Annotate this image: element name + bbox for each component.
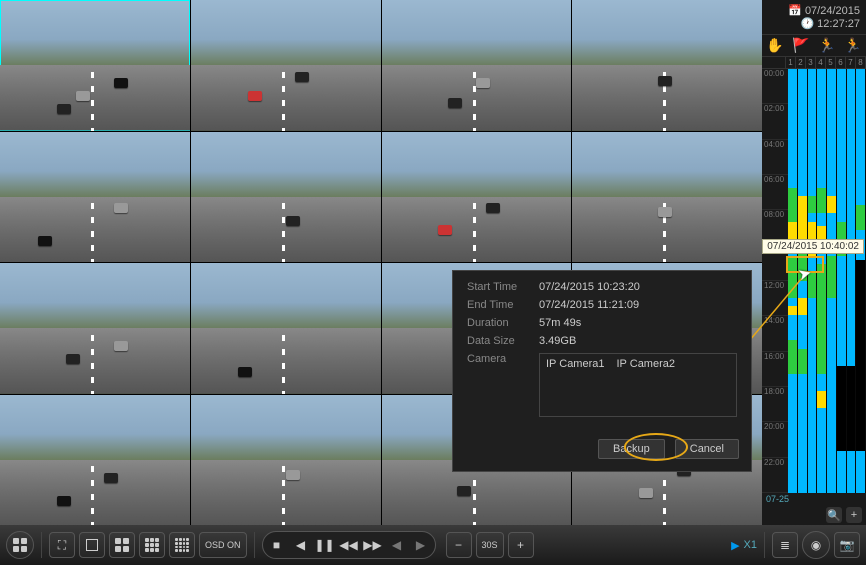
legend-manual-icon: 🏃 (844, 37, 861, 54)
interval-increase-button[interactable]: + (508, 532, 534, 558)
camera-tile-6[interactable] (191, 132, 381, 263)
calendar-icon: 📅 (788, 4, 802, 17)
interval-decrease-button[interactable]: − (446, 532, 472, 558)
camera-item: IP Camera1 (546, 358, 605, 370)
timeline-tooltip: 07/24/2015 10:40:02 (762, 239, 864, 254)
layout-9-button[interactable] (139, 532, 165, 558)
timeline-column-header: 1 2 3 4 5 6 7 8 (762, 57, 866, 69)
list-button[interactable]: ≣ (772, 532, 798, 558)
layout-4-button[interactable] (109, 532, 135, 558)
camera-tile-2[interactable] (191, 0, 381, 131)
data-size-label: Data Size (467, 335, 539, 347)
duration-value: 57m 49s (539, 317, 581, 329)
track-8[interactable] (856, 69, 866, 493)
step-back-button[interactable]: ◀ (385, 532, 409, 558)
stop-button[interactable]: ■ (265, 532, 289, 558)
interval-display: 30S (476, 532, 504, 558)
layout-quad-button[interactable] (6, 531, 34, 559)
legend-alarm-icon: 🚩 (792, 37, 809, 54)
fullscreen-button[interactable]: ⛶ (49, 532, 75, 558)
timeline-panel: 📅07/24/2015 🕐12:27:27 ✋ 🚩 🏃 🏃 1 2 3 4 5 … (762, 0, 866, 525)
playback-toolbar: ⛶ OSD ON ■ ◀ ❚❚ ◀◀ ▶▶ ◀ ▶ − 30S + ▶ X1 ≣… (0, 525, 866, 565)
start-time-value: 07/24/2015 10:23:20 (539, 281, 640, 293)
backup-button-highlight (624, 433, 688, 461)
step-forward-button[interactable]: ▶ (409, 532, 433, 558)
legend-motion-icon: 🏃 (818, 37, 835, 54)
current-date: 07/24/2015 (805, 5, 860, 17)
camera-tile-7[interactable] (382, 132, 572, 263)
track-5[interactable] (827, 69, 837, 493)
track-1[interactable] (788, 69, 798, 493)
legend-scheduled-icon: ✋ (766, 37, 783, 54)
camera-tile-4[interactable] (572, 0, 762, 131)
camera-tile-13[interactable] (0, 395, 190, 526)
fast-forward-button[interactable]: ▶▶ (361, 532, 385, 558)
camera-item: IP Camera2 (617, 358, 676, 370)
backup-modal: Start Time07/24/2015 10:23:20 End Time07… (452, 270, 752, 472)
timeline-zoom-in-button[interactable]: + (846, 507, 862, 523)
next-date-label: 07-25 (762, 493, 866, 505)
prev-frame-button[interactable]: ◀ (289, 532, 313, 558)
camera-list: IP Camera1 IP Camera2 (539, 353, 737, 417)
play-indicator-icon: ▶ (731, 539, 739, 552)
end-time-value: 07/24/2015 11:21:09 (539, 299, 639, 311)
track-4[interactable] (817, 69, 827, 493)
snapshot-button[interactable]: 📷 (834, 532, 860, 558)
camera-label: Camera (467, 353, 539, 417)
track-6[interactable] (837, 69, 847, 493)
camera-tile-14[interactable] (191, 395, 381, 526)
recording-type-legend: ✋ 🚩 🏃 🏃 (762, 35, 866, 57)
camera-tile-9[interactable] (0, 263, 190, 394)
layout-16-button[interactable] (169, 532, 195, 558)
timeline-zoom-button[interactable]: 🔍 (826, 507, 842, 523)
end-time-label: End Time (467, 299, 539, 311)
playback-controls: ■ ◀ ❚❚ ◀◀ ▶▶ ◀ ▶ (262, 531, 436, 559)
camera-tile-3[interactable] (382, 0, 572, 131)
playback-speed: ▶ X1 (731, 539, 757, 552)
track-7[interactable] (847, 69, 857, 493)
duration-label: Duration (467, 317, 539, 329)
osd-toggle-button[interactable]: OSD ON (199, 532, 247, 558)
camera-tile-10[interactable] (191, 263, 381, 394)
camera-tile-5[interactable] (0, 132, 190, 263)
date-time-display: 📅07/24/2015 🕐12:27:27 (762, 0, 866, 35)
rewind-button[interactable]: ◀◀ (337, 532, 361, 558)
clock-icon: 🕐 (800, 17, 814, 30)
layout-1-button[interactable] (79, 532, 105, 558)
data-size-value: 3.49GB (539, 335, 576, 347)
camera-tile-8[interactable] (572, 132, 762, 263)
start-time-label: Start Time (467, 281, 539, 293)
timeline-tracks[interactable]: 00:00 02:00 04:00 06:00 08:00 10:00 12:0… (762, 69, 866, 493)
pause-button[interactable]: ❚❚ (313, 532, 337, 558)
current-time: 12:27:27 (817, 18, 860, 30)
record-button[interactable]: ◉ (802, 531, 830, 559)
camera-tile-1[interactable] (0, 0, 190, 131)
